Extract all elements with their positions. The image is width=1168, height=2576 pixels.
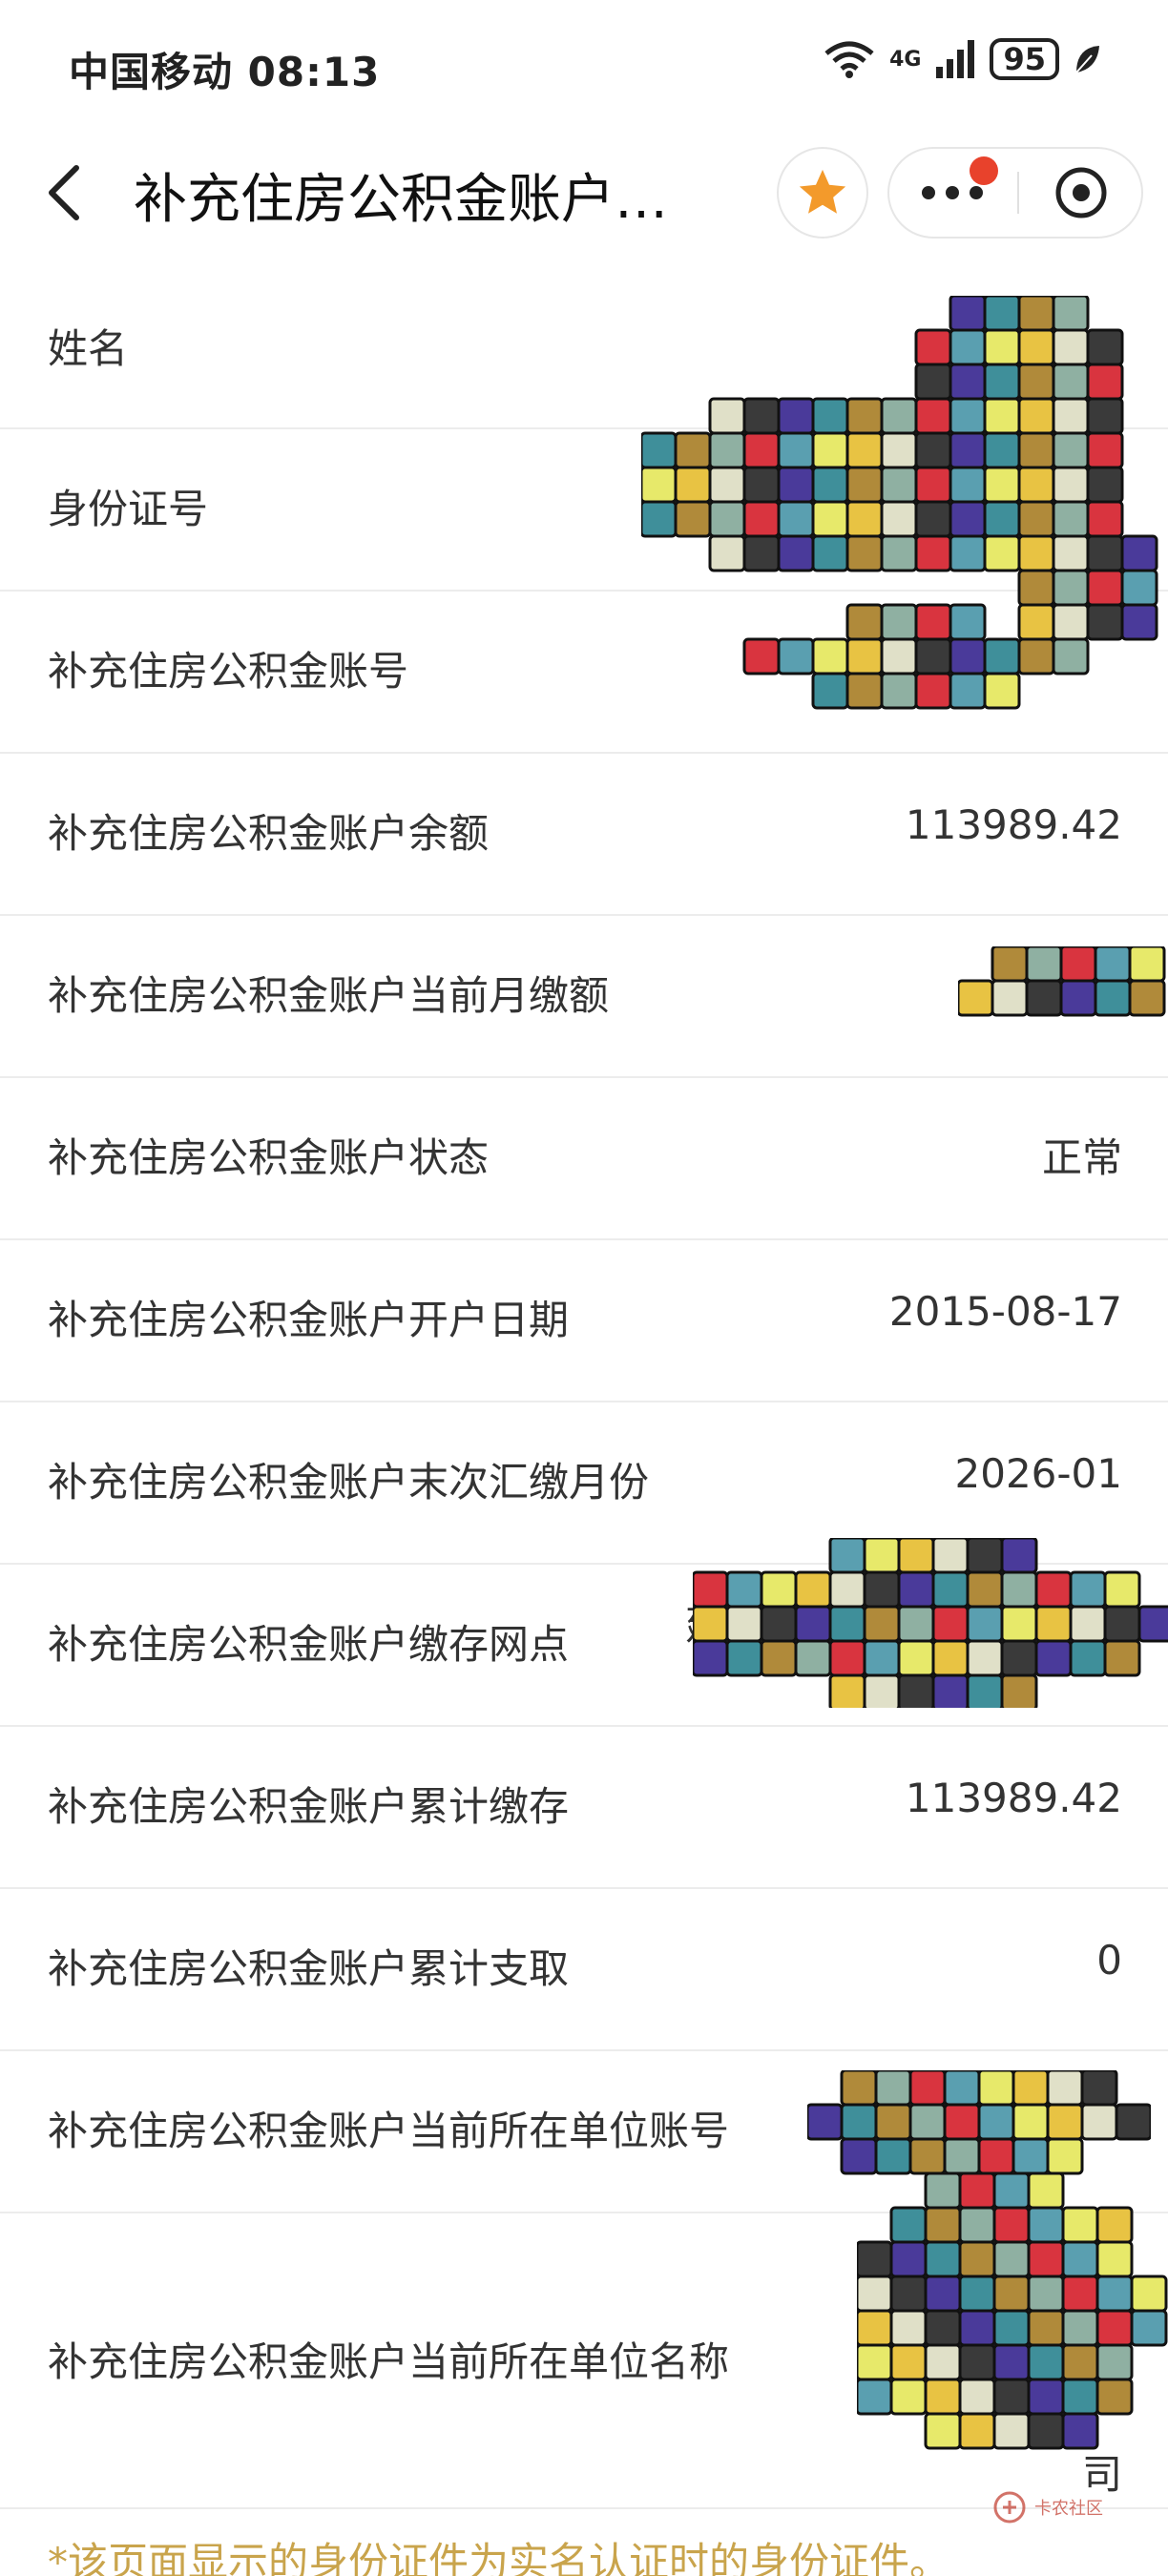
row-value: 2026-01 <box>954 1450 1123 1497</box>
row-label: 身份证号 <box>48 486 209 532</box>
close-miniprogram-button[interactable] <box>1019 149 1143 237</box>
battery-icon: 95 <box>990 38 1059 80</box>
leaf-icon <box>1075 46 1099 73</box>
network-type: 4G <box>889 47 922 72</box>
row-value: 0 <box>1096 1937 1122 1984</box>
row-value: 113989.42 <box>905 1775 1122 1821</box>
page-title: 补充住房公积金账户… <box>134 169 668 231</box>
row-label: 补充住房公积金账户开户日期 <box>48 1297 570 1343</box>
row-label: 补充住房公积金账户当前月缴额 <box>48 972 610 1019</box>
redaction-blob-branch <box>693 1538 1168 1708</box>
row-label: 补充住房公积金账户末次汇缴月份 <box>48 1459 650 1506</box>
signal-icon <box>936 40 975 78</box>
row-label: 补充住房公积金账户当前所在单位账号 <box>48 2108 730 2154</box>
info-row-balance: 补充住房公积金账户余额 113989.42 <box>0 754 1168 916</box>
row-label: 补充住房公积金账户余额 <box>48 810 490 857</box>
row-value: 正常 <box>1041 1134 1122 1181</box>
watermark: 卡农社区 <box>992 2490 1103 2524</box>
chevron-left-icon <box>49 165 79 220</box>
row-value: 113989.42 <box>905 801 1122 848</box>
row-value: 2015-08-17 <box>888 1288 1122 1335</box>
info-row-status: 补充住房公积金账户状态 正常 <box>0 1078 1168 1240</box>
info-row-open-date: 补充住房公积金账户开户日期 2015-08-17 <box>0 1240 1168 1402</box>
row-label: 补充住房公积金账户累计缴存 <box>48 1783 570 1830</box>
favorite-button[interactable] <box>777 147 868 239</box>
redaction-blob-employer-name <box>857 2173 1168 2460</box>
row-label: 补充住房公积金账户缴存网点 <box>48 1621 570 1668</box>
info-row-total-withdrawal: 补充住房公积金账户累计支取 0 <box>0 1889 1168 2051</box>
row-label: 姓名 <box>48 325 129 372</box>
star-icon <box>799 169 846 214</box>
target-close-icon <box>1055 167 1107 218</box>
redaction-blob-top <box>641 296 1168 716</box>
row-label: 补充住房公积金账户当前所在单位名称 <box>48 2338 730 2385</box>
nav-bar: 补充住房公积金账户… <box>0 134 1168 252</box>
more-button[interactable] <box>889 149 1015 237</box>
more-dots-icon <box>922 186 983 199</box>
wifi-icon <box>824 41 874 78</box>
kanong-logo-icon <box>993 2491 1026 2524</box>
row-label: 补充住房公积金账户累计支取 <box>48 1945 570 1992</box>
row-label: 补充住房公积金账户状态 <box>48 1134 490 1181</box>
redaction-blob-employer-account <box>807 2070 1151 2175</box>
carrier-time: 中国移动 08:13 <box>69 49 381 95</box>
status-icons: 4G 95 <box>823 38 1101 80</box>
identity-disclaimer: *该页面显示的身份证件为实名认证时的身份证件。 <box>48 2539 950 2576</box>
watermark-text: 卡农社区 <box>1034 2499 1103 2519</box>
mini-program-capsule <box>887 147 1143 239</box>
info-row-total-deposit: 补充住房公积金账户累计缴存 113989.42 <box>0 1727 1168 1889</box>
row-label: 补充住房公积金账号 <box>48 648 409 695</box>
redaction-blob-monthly <box>958 946 1168 1038</box>
back-button[interactable] <box>29 155 105 231</box>
notification-dot <box>970 156 998 185</box>
status-bar: 中国移动 08:13 4G 95 <box>0 0 1168 134</box>
